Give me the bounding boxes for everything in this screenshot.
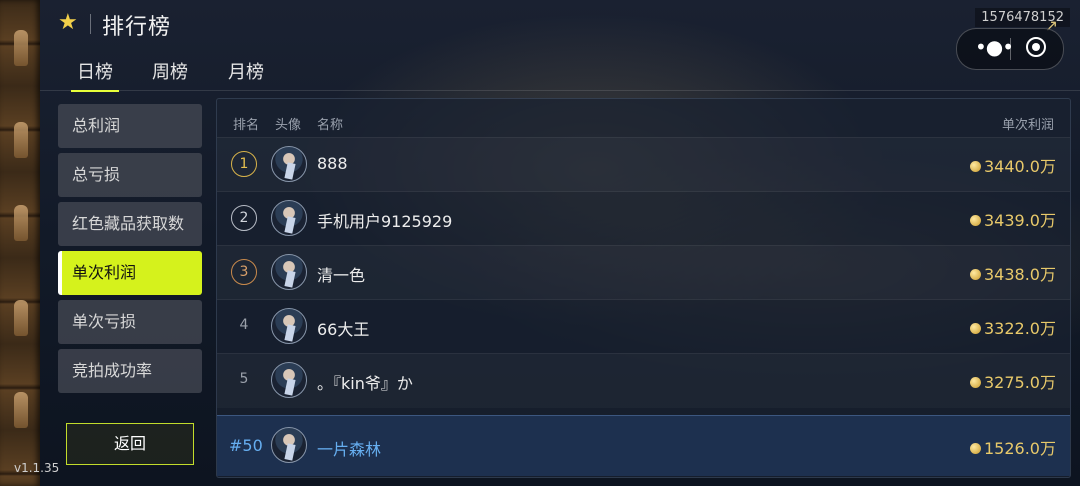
- column-name: 名称: [317, 118, 344, 133]
- profit-value: 3439.0万: [970, 207, 1056, 231]
- column-avatar: 头像: [275, 118, 302, 133]
- profit-value: 3440.0万: [970, 153, 1056, 177]
- coin-icon: [970, 215, 981, 226]
- sidebar-item-total-loss[interactable]: 总亏损: [58, 153, 202, 197]
- rank-badge: 2: [231, 205, 257, 231]
- rank-badge: 3: [231, 259, 257, 285]
- decorative-shelf: [0, 0, 40, 486]
- figurine: [14, 30, 28, 66]
- column-value: 单次利润: [1001, 118, 1054, 133]
- tab-daily[interactable]: 日榜: [71, 58, 119, 92]
- top-bar: ★ 排行榜 1576478152 ↗ •●•: [40, 0, 1080, 70]
- figurine: [14, 392, 28, 428]
- table-row[interactable]: 1 888 3440.0万: [217, 137, 1070, 192]
- sidebar-item-total-profit[interactable]: 总利润: [58, 104, 202, 148]
- avatar: [271, 308, 307, 344]
- player-name: 66大王: [317, 320, 370, 339]
- coin-icon: [970, 161, 981, 172]
- my-rank: #50: [229, 436, 263, 455]
- avatar: [271, 427, 307, 463]
- avatar: [271, 254, 307, 290]
- version-label: v1.1.35: [14, 461, 60, 475]
- page-title: 排行榜: [102, 15, 172, 40]
- my-name: 一片森林: [317, 440, 382, 459]
- table-row[interactable]: 2 手机用户9125929 3439.0万: [217, 191, 1070, 246]
- profit-value: 3322.0万: [970, 315, 1056, 339]
- my-profit-value: 1526.0万: [970, 435, 1056, 459]
- player-name: 手机用户9125929: [317, 212, 453, 231]
- player-name: 。『kin爷』か: [317, 374, 413, 393]
- coin-icon: [970, 323, 981, 334]
- column-rank: 排名: [233, 118, 260, 133]
- table-row[interactable]: 3 清一色 3438.0万: [217, 245, 1070, 300]
- coin-icon: [970, 443, 981, 454]
- player-name: 清一色: [317, 266, 366, 285]
- avatar: [271, 146, 307, 182]
- coin-icon: [970, 377, 981, 388]
- sidebar-item-bid-success-rate[interactable]: 竞拍成功率: [58, 349, 202, 393]
- avatar: [271, 362, 307, 398]
- divider: [90, 14, 91, 34]
- player-name: 888: [317, 154, 348, 173]
- figurine: [14, 300, 28, 336]
- table-header: 排名 头像 名称 单次利润: [217, 99, 1070, 137]
- sidebar-item-red-items[interactable]: 红色藏品获取数: [58, 202, 202, 246]
- figurine: [14, 122, 28, 158]
- tab-monthly[interactable]: 月榜: [228, 58, 264, 84]
- rank-badge: 1: [231, 151, 257, 177]
- avatar: [271, 200, 307, 236]
- tab-weekly[interactable]: 周榜: [152, 58, 188, 84]
- period-tabs: 日榜 周榜 月榜: [40, 50, 1080, 92]
- my-rank-row[interactable]: #50 一片森林 1526.0万: [217, 415, 1070, 476]
- profit-value: 3438.0万: [970, 261, 1056, 285]
- star-icon: ★: [58, 10, 78, 35]
- sidebar-item-single-profit[interactable]: 单次利润: [58, 251, 202, 295]
- figurine: [14, 205, 28, 241]
- back-button[interactable]: 返回: [66, 423, 194, 465]
- coin-icon: [970, 269, 981, 280]
- profit-value: 3275.0万: [970, 369, 1056, 393]
- rank-number: 4: [239, 317, 249, 333]
- leaderboard-panel: 排名 头像 名称 单次利润 1 888 3440.0万 2 手机用户912592…: [216, 98, 1071, 478]
- rank-number: 5: [239, 371, 249, 387]
- table-row[interactable]: 5 。『kin爷』か 3275.0万: [217, 353, 1070, 408]
- sidebar-item-single-loss[interactable]: 单次亏损: [58, 300, 202, 344]
- table-row[interactable]: 4 66大王 3322.0万: [217, 299, 1070, 354]
